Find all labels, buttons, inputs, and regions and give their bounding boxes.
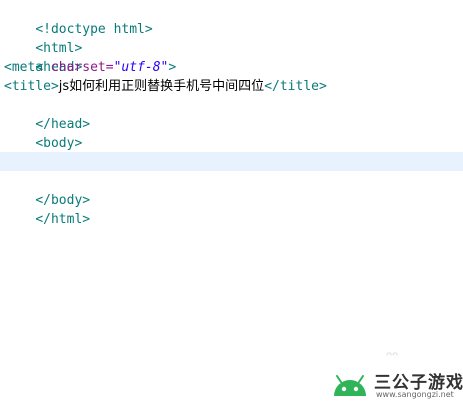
code-line-10[interactable]: </body> bbox=[4, 172, 90, 208]
android-logo-icon bbox=[334, 375, 366, 396]
code-line-4[interactable]: <meta charset="utf-8"> bbox=[4, 58, 176, 77]
code-line-11[interactable]: </html> bbox=[4, 191, 90, 227]
site-watermark: 三公子游戏网 www.sangongzi.net bbox=[330, 366, 463, 403]
title-close-tag: </title> bbox=[264, 79, 327, 94]
body-open-tag: <body> bbox=[35, 136, 83, 151]
charset-attr: charset= bbox=[50, 60, 114, 75]
html-close-tag: </html> bbox=[35, 212, 91, 227]
title-text: js如何利用正则替换手机号中间四位 bbox=[58, 79, 265, 94]
meta-open-token: <meta bbox=[4, 60, 51, 75]
code-line-5[interactable]: <title>js如何利用正则替换手机号中间四位</title> bbox=[4, 77, 327, 96]
code-editor[interactable]: <!doctype html> <html> <head> <meta char… bbox=[0, 0, 463, 403]
meta-close-token: > bbox=[168, 60, 177, 75]
charset-value: "utf-8" bbox=[113, 60, 169, 75]
code-line-2[interactable]: <html> bbox=[4, 20, 82, 56]
code-line-3[interactable]: <head> bbox=[4, 39, 82, 75]
code-line-6[interactable]: </head> bbox=[4, 96, 90, 132]
watermark-url: www.sangongzi.net bbox=[376, 390, 454, 399]
title-open-tag: <title> bbox=[4, 79, 59, 94]
faint-decoration: ᴖᴖ bbox=[386, 350, 399, 361]
code-line-1[interactable]: <!doctype html> bbox=[4, 1, 152, 37]
current-line-highlight bbox=[0, 152, 463, 171]
code-line-7[interactable]: <body> bbox=[4, 115, 82, 151]
